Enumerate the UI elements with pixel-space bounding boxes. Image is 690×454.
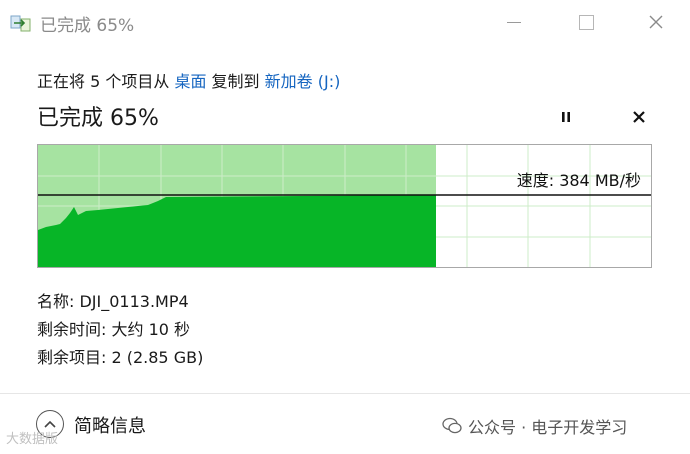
file-name: 名称: DJI_0113.MP4 [37, 292, 189, 311]
copy-prefix: 正在将 5 个项目从 [37, 72, 175, 91]
speed-graph: 速度: 384 MB/秒 [37, 144, 652, 268]
maximize-icon [578, 14, 594, 30]
watermark: 公众号 · 电子开发学习 [442, 414, 627, 438]
speed-graph-canvas [38, 145, 651, 267]
speed-label: 速度: 384 MB/秒 [516, 171, 641, 190]
copy-transfer-icon [10, 14, 32, 32]
minimize-icon [507, 21, 521, 23]
wechat-icon [442, 417, 462, 434]
progress-title: 已完成 65% [37, 106, 159, 131]
close-icon [649, 15, 663, 29]
less-details-label[interactable]: 简略信息 [74, 412, 146, 438]
corner-watermark: 大数据版 [6, 432, 59, 447]
items-remaining: 剩余项目: 2 (2.85 GB) [37, 348, 204, 367]
minimize-button[interactable] [494, 6, 534, 38]
destination-link[interactable]: 新加卷 (J:) [265, 72, 341, 91]
source-link[interactable]: 桌面 [174, 72, 206, 91]
cancel-button[interactable] [625, 104, 653, 130]
title-bar: 已完成 65% [0, 0, 690, 44]
copy-description: 正在将 5 个项目从 桌面 复制到 新加卷 (J:) [37, 68, 340, 92]
pause-icon [562, 112, 570, 122]
close-button[interactable] [636, 6, 676, 38]
cancel-icon [633, 111, 645, 123]
time-remaining: 剩余时间: 大约 10 秒 [37, 320, 191, 339]
pause-button[interactable] [552, 104, 580, 130]
copy-middle: 复制到 [206, 72, 265, 91]
maximize-button[interactable] [566, 6, 606, 38]
watermark-text: 公众号 · 电子开发学习 [468, 418, 628, 437]
window-title: 已完成 65% [40, 16, 135, 36]
